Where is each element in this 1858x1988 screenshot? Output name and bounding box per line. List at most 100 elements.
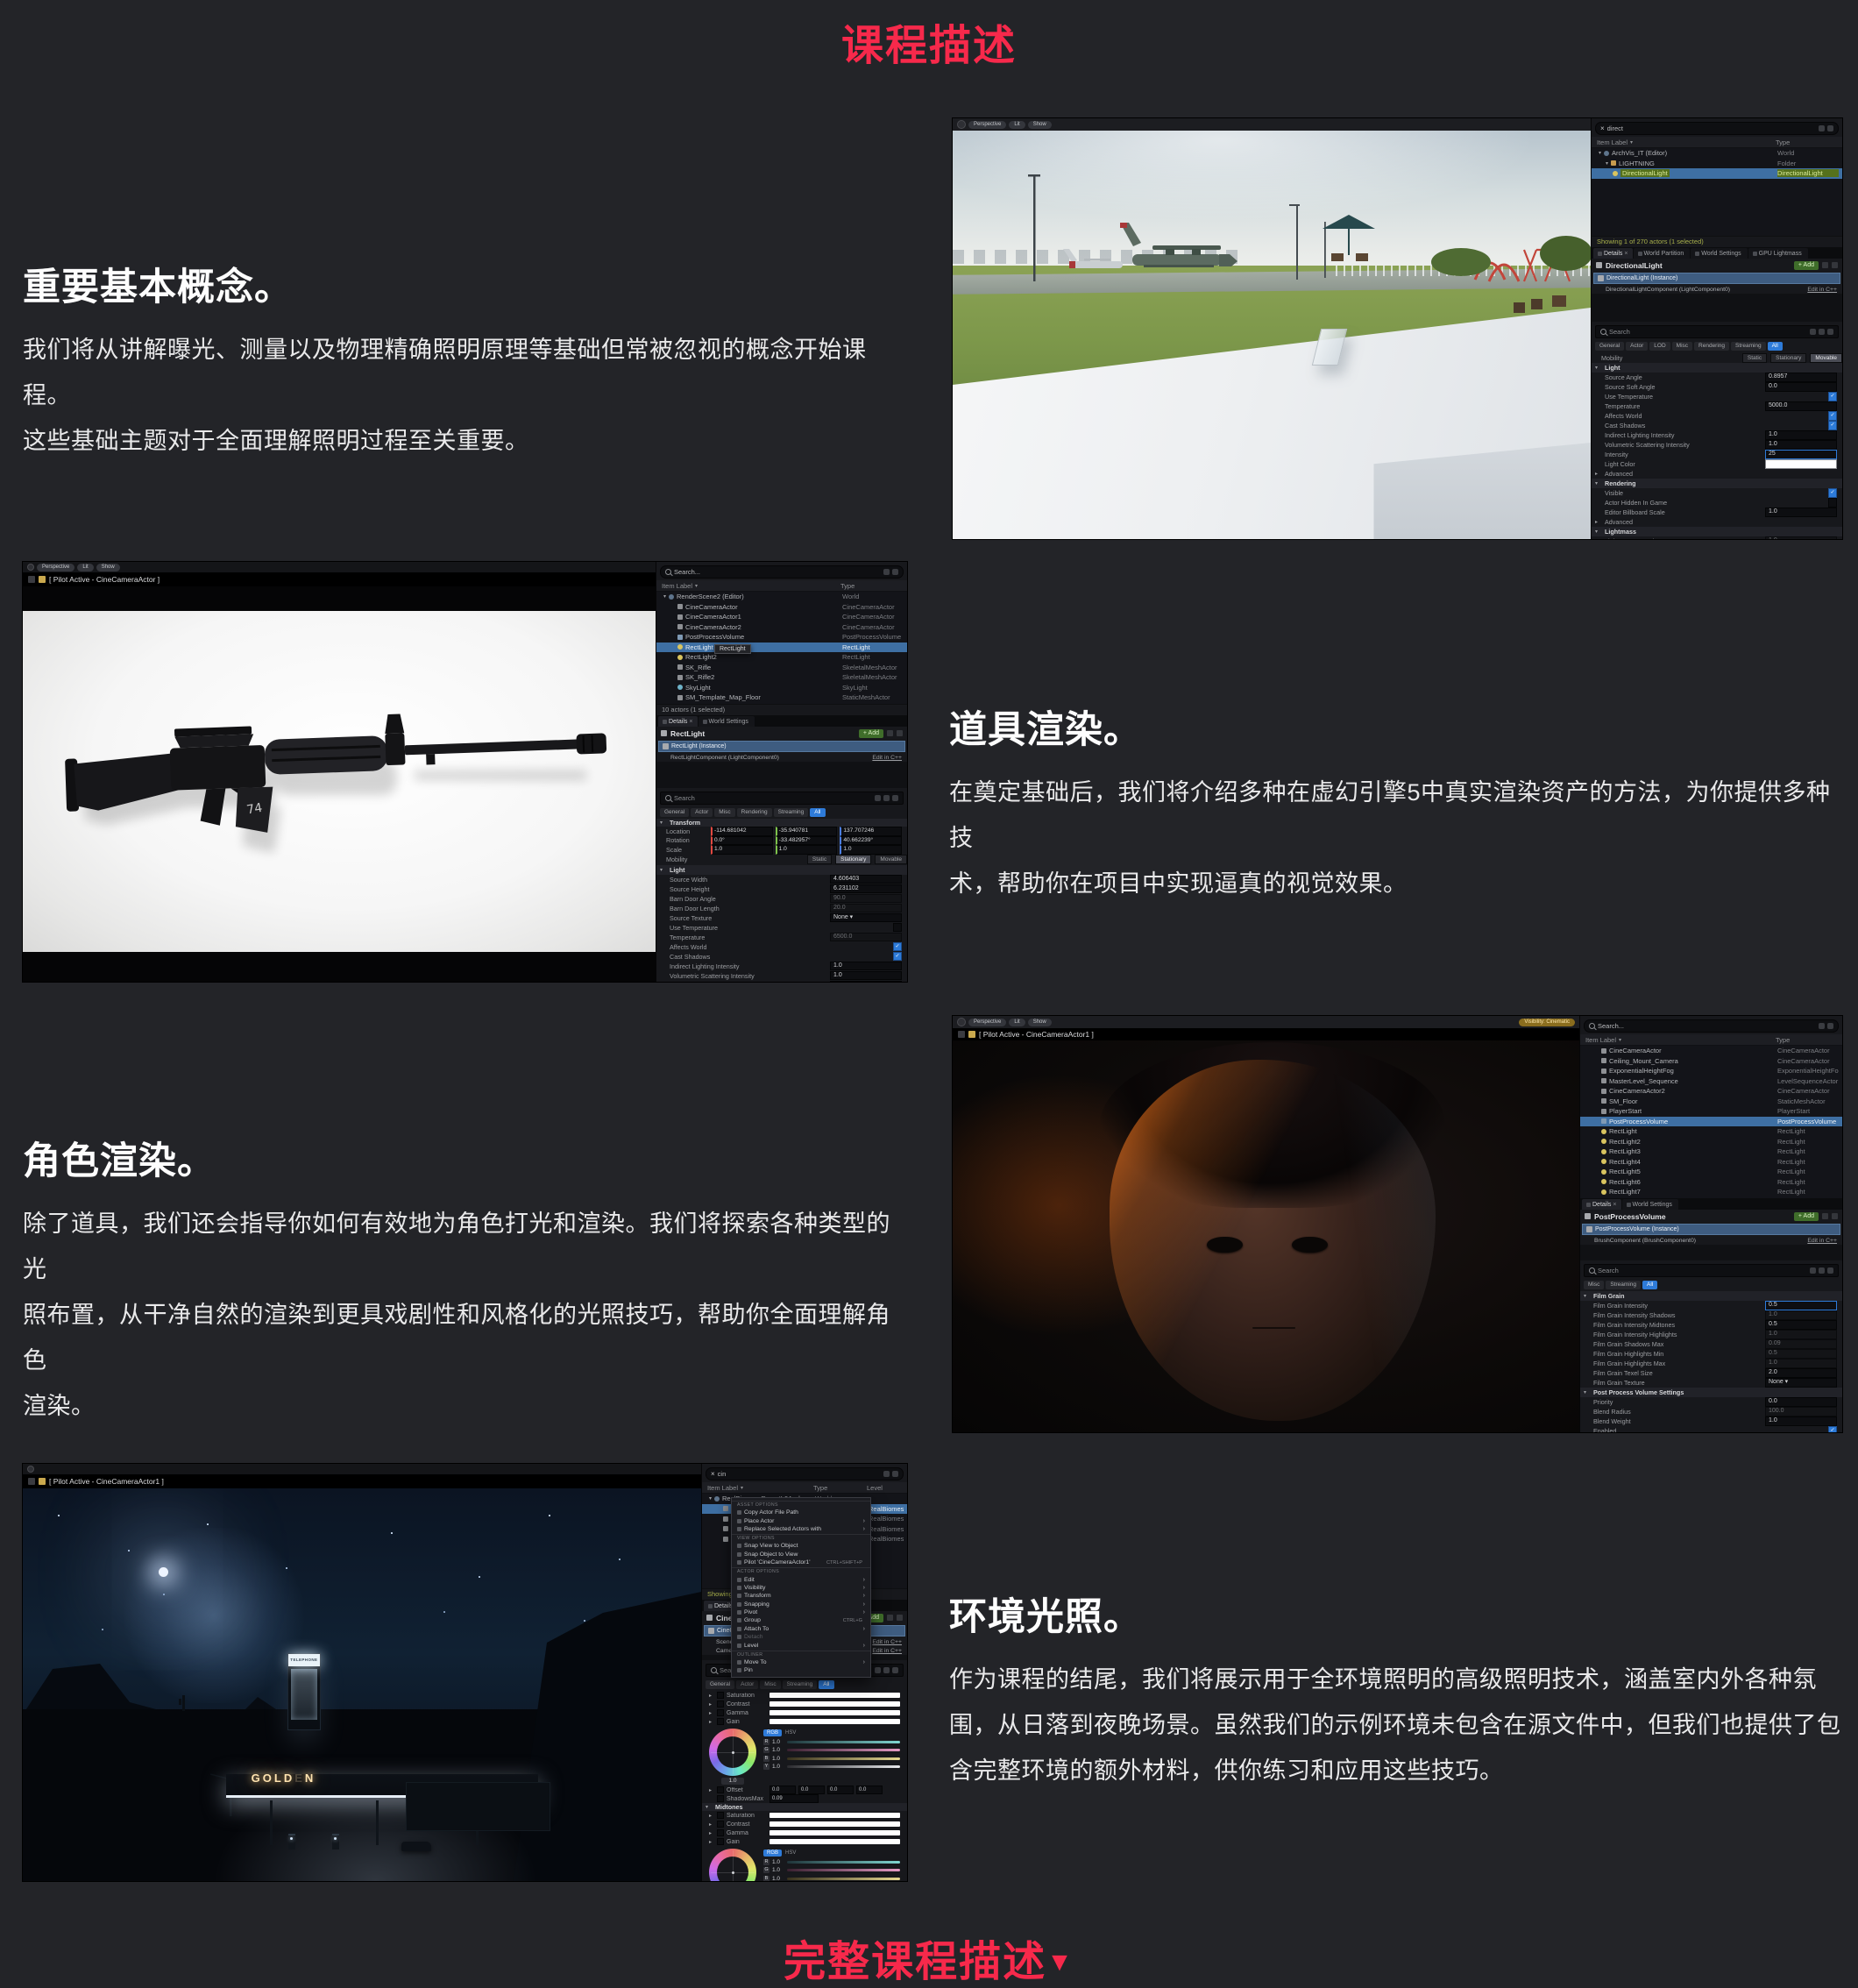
viewport-rifle: Perspective Lit Show [ Pilot Active - Ci… <box>23 562 656 982</box>
tab-icon <box>1586 1203 1591 1207</box>
light-icon <box>1596 262 1602 268</box>
parked-car <box>401 1842 431 1851</box>
actor-icon <box>1601 1069 1606 1074</box>
outliner-header: Item Label▾ Type Level <box>702 1482 907 1494</box>
edit-cpp-link: Edit in C++ <box>872 1639 902 1645</box>
property-value: ✓ <box>893 942 902 952</box>
actor-level: RealBiomes_Desert <box>869 1515 904 1523</box>
actor-label: SkyLight <box>685 684 711 692</box>
context-menu-item: Replace Selected Actors with › <box>732 1525 870 1533</box>
menu-item-icon <box>737 1586 741 1590</box>
actor-type: ExponentialHeightFog <box>1777 1067 1839 1075</box>
channel-slider: Y 1.0 <box>763 1763 900 1771</box>
expander-icon: ▸ <box>709 1813 714 1819</box>
actor-label: MasterLevel_Sequence <box>1609 1077 1678 1085</box>
blueprint-icon <box>887 1615 893 1621</box>
property-label: Blend Weight <box>1593 1417 1762 1425</box>
property-row: Advanced <box>1592 517 1842 527</box>
menu-item-icon <box>737 1627 741 1631</box>
actor-level: RealBiomes_Desert <box>869 1535 904 1543</box>
property-label: Film Grain Highlights Min <box>1593 1350 1762 1358</box>
lamp-arm <box>1289 204 1300 206</box>
value-bar <box>769 1813 900 1818</box>
telephone-sign: TELEPHONE <box>288 1654 320 1666</box>
context-menu-item: Group CTRL+G <box>732 1616 870 1624</box>
search-placeholder: Search... <box>674 568 881 576</box>
viewport-toolbar: Perspective Lit Show Visibility: Cinemat… <box>953 1016 1579 1028</box>
tab-icon <box>708 1604 713 1608</box>
section-environment-text: 环境光照。 作为课程的结尾，我们将展示用于全环境照明的高级照明技术，涵盖室内外各… <box>949 1587 1843 1793</box>
actor-type: CineCameraActor <box>1777 1047 1839 1054</box>
screenshot-ue5-exposure-scene[interactable]: Perspective Lit Show <box>953 118 1842 539</box>
property-label: Source Width <box>670 876 826 884</box>
actor-icon <box>677 664 683 670</box>
tab-close-icon: × <box>689 719 692 725</box>
gear-icon <box>1827 1267 1833 1274</box>
filter-chip: Streaming <box>774 808 809 817</box>
panel-tab: Details × <box>1593 248 1633 259</box>
property-label: Blend Radius <box>1593 1408 1762 1416</box>
lock-icon <box>1832 262 1838 268</box>
property-row: Temperature 5000.0 <box>1592 401 1842 411</box>
menu-item-icon <box>737 1544 741 1548</box>
details-tabs: Details × World Partition World Settings <box>1592 247 1842 259</box>
actor-level: RealBiomes_Desert <box>869 1505 904 1513</box>
property-value: 1.0 <box>830 971 902 981</box>
property-label: Cast Shadows <box>670 953 890 961</box>
rifle-marking: 74 <box>245 800 263 817</box>
page-title: 课程描述 <box>0 11 1858 72</box>
expander-icon: ▸ <box>709 1710 714 1716</box>
star-icon <box>883 795 890 801</box>
col-type: Type <box>1776 138 1837 146</box>
mobility-static: Static <box>807 855 832 864</box>
channel-sliders: R 1.0 G 1.0 B 1.0 <box>763 1858 900 1882</box>
menu-item-shortcut: CTRL+SHIFT+P <box>826 1560 862 1566</box>
menu-item-label: VIEW OPTIONS <box>737 1536 775 1541</box>
offset-g: 0.0 <box>798 1786 825 1794</box>
actor-icon <box>1601 1169 1606 1175</box>
actor-icon <box>677 655 683 660</box>
actor-type: RectLight <box>842 653 904 661</box>
property-row: Film Grain <box>1580 1291 1842 1301</box>
tab-label: GPU Lightmass <box>1759 251 1802 257</box>
property-row: Barn Door Length 20.0 <box>656 904 907 913</box>
actor-type: CineCameraActor <box>842 603 904 611</box>
search-icon <box>665 795 671 801</box>
clear-search-icon: × <box>1600 124 1605 132</box>
submenu-arrow-icon: › <box>863 1643 865 1649</box>
details-search: Search <box>1584 1264 1839 1277</box>
actor-label: ArchVis_IT (Editor) <box>1612 149 1667 157</box>
actor-icon <box>1601 1058 1606 1063</box>
menu-item-icon <box>737 1602 741 1607</box>
property-row: Advanced <box>1592 469 1842 479</box>
outliner-row: SkyLight SkyLight <box>656 683 907 693</box>
actor-type: World <box>842 593 904 600</box>
transform-label: Transform <box>670 819 902 827</box>
screenshot-ue5-rifle-scene[interactable]: Perspective Lit Show [ Pilot Active - Ci… <box>23 562 907 982</box>
lit-pill: Lit <box>77 564 93 572</box>
property-label: Film Grain Texel Size <box>1593 1369 1762 1377</box>
screenshot-ue5-character-scene[interactable]: Perspective Lit Show Visibility: Cinemat… <box>953 1016 1842 1432</box>
gear-icon <box>1827 125 1833 131</box>
menu-item-label: ASSET OPTIONS <box>737 1502 778 1508</box>
property-label: Advanced <box>1605 518 1837 526</box>
actor-type: RectLight <box>1777 1188 1839 1196</box>
property-label: Light <box>670 866 902 874</box>
outliner-row: SK_Rifle SkeletalMeshActor <box>656 663 907 673</box>
actor-label: LIGHTNING <box>1619 160 1655 167</box>
property-label: Use Temperature <box>1605 393 1825 401</box>
mobility-static: Static <box>1742 353 1767 363</box>
property-row: Cast Shadows ✓ <box>656 952 907 962</box>
folder-icon <box>1819 1023 1825 1029</box>
outliner-row: RectLight RectLight <box>656 643 907 653</box>
submenu-arrow-icon: › <box>863 1659 865 1665</box>
property-label: Intensity <box>670 982 826 983</box>
grading-row: ▸ Saturation <box>702 1811 907 1820</box>
screenshot-ue5-night-scene[interactable]: [ Pilot Active - CineCameraActor1 ] TELE… <box>23 1464 907 1881</box>
property-value: 100.0 <box>1765 1407 1837 1416</box>
context-menu-item: Edit › <box>732 1575 870 1583</box>
property-rows: Light Source Width 4.606403 Source Heigh… <box>656 865 907 983</box>
outliner-tree: RenderScene2 (Editor) World CineCameraAc… <box>656 592 907 704</box>
override-checkbox <box>717 1718 724 1725</box>
outliner-row: RectLight2 RectLight <box>1580 1137 1842 1147</box>
